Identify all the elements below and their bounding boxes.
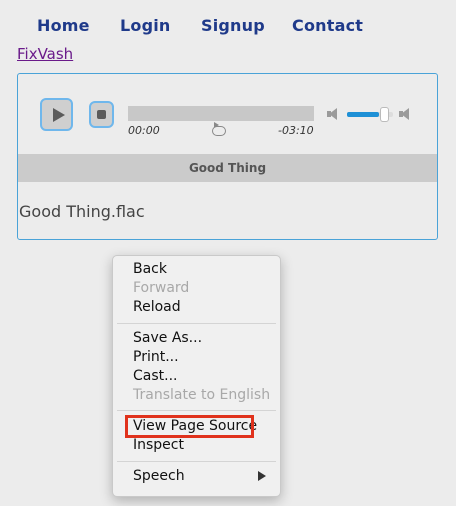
menu-separator: [117, 323, 276, 324]
site-link[interactable]: FixVash: [17, 45, 73, 63]
volume-max-icon[interactable]: [399, 107, 417, 121]
track-title: Good Thing: [18, 154, 437, 182]
remaining-time: -03:10: [278, 124, 314, 137]
menu-back[interactable]: Back: [133, 260, 167, 279]
menu-speech[interactable]: Speech: [133, 467, 185, 486]
view-source-highlight: [125, 415, 254, 438]
volume-fill: [347, 112, 380, 117]
mute-icon[interactable]: [327, 108, 339, 120]
menu-save-as[interactable]: Save As...: [133, 329, 202, 348]
seek-bar[interactable]: [128, 106, 314, 121]
nav-signup[interactable]: Signup: [201, 16, 265, 35]
audio-player: 00:00 -03:10 Good Thing Good Thing.flac: [17, 73, 438, 240]
nav-login[interactable]: Login: [120, 16, 171, 35]
menu-separator: [117, 410, 276, 411]
volume-thumb[interactable]: [380, 107, 389, 122]
file-name: Good Thing.flac: [19, 202, 145, 221]
context-menu: Back Forward Reload Save As... Print... …: [112, 255, 281, 497]
nav-contact[interactable]: Contact: [292, 16, 363, 35]
menu-translate: Translate to English: [133, 387, 271, 403]
loop-icon[interactable]: [212, 122, 226, 136]
menu-forward: Forward: [133, 280, 190, 296]
menu-separator: [117, 461, 276, 462]
menu-reload[interactable]: Reload: [133, 298, 181, 317]
current-time: 00:00: [128, 124, 160, 137]
stop-button[interactable]: [89, 101, 114, 128]
nav-home[interactable]: Home: [37, 16, 90, 35]
play-button[interactable]: [40, 98, 73, 131]
menu-inspect[interactable]: Inspect: [133, 436, 184, 455]
main-nav: Home Login Signup Contact: [0, 16, 456, 38]
submenu-arrow-icon: [258, 471, 266, 481]
menu-print[interactable]: Print...: [133, 348, 179, 367]
menu-cast[interactable]: Cast...: [133, 367, 178, 386]
